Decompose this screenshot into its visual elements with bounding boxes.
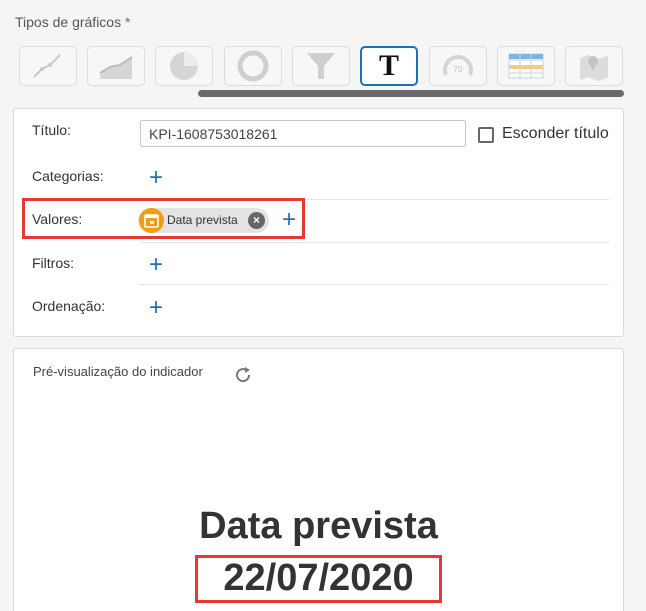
kpi-value: 22/07/2020	[223, 557, 414, 599]
hide-title-checkbox[interactable]	[478, 127, 494, 143]
map-button[interactable]	[565, 46, 623, 86]
values-chip-label: Data prevista	[167, 213, 238, 227]
table-button[interactable]	[497, 46, 555, 86]
hide-title-label: Esconder título	[502, 125, 609, 142]
order-label: Ordenação:	[32, 298, 106, 314]
svg-text:70: 70	[454, 65, 463, 74]
donut-chart-icon	[237, 50, 269, 82]
gauge-chart-icon: 70	[443, 55, 473, 76]
gauge-chart-button[interactable]: 70	[429, 46, 487, 86]
funnel-chart-icon	[307, 53, 335, 79]
donut-chart-button[interactable]	[224, 46, 282, 86]
date-field-icon	[139, 208, 164, 233]
area-chart-button[interactable]	[87, 46, 145, 86]
text-kpi-icon: T	[378, 49, 399, 82]
line-chart-icon	[33, 54, 61, 78]
map-icon	[580, 55, 608, 81]
kpi-preview-panel: Pré-visualização do indicador Data previ…	[13, 348, 624, 611]
chart-types-label: Tipos de gráficos *	[15, 14, 131, 30]
add-order-button[interactable]: +	[146, 296, 166, 320]
add-filter-button[interactable]: +	[146, 253, 166, 277]
chart-types-scrollbar[interactable]	[198, 90, 624, 97]
add-value-button[interactable]: +	[279, 208, 299, 232]
table-icon	[508, 53, 544, 79]
preview-label: Pré-visualização do indicador	[33, 364, 203, 379]
divider	[139, 284, 609, 285]
add-category-button[interactable]: +	[146, 166, 166, 190]
divider	[139, 242, 609, 243]
remove-chip-icon[interactable]: ×	[248, 212, 265, 229]
values-chip[interactable]: Data prevista ×	[138, 208, 269, 233]
line-chart-button[interactable]	[19, 46, 77, 86]
pie-chart-icon	[170, 52, 198, 80]
title-input[interactable]	[140, 120, 466, 147]
area-chart-icon	[99, 56, 133, 79]
chart-types-toolbar: T 70	[19, 46, 624, 88]
filters-label: Filtros:	[32, 255, 74, 271]
funnel-chart-button[interactable]	[292, 46, 350, 86]
categories-label: Categorias:	[32, 168, 104, 184]
pie-chart-button[interactable]	[155, 46, 213, 86]
refresh-icon[interactable]	[233, 365, 253, 385]
kpi-title: Data prevista	[199, 505, 438, 547]
required-mark: *	[124, 14, 131, 30]
text-kpi-button[interactable]: T	[360, 46, 418, 86]
title-label: Título:	[32, 122, 71, 138]
